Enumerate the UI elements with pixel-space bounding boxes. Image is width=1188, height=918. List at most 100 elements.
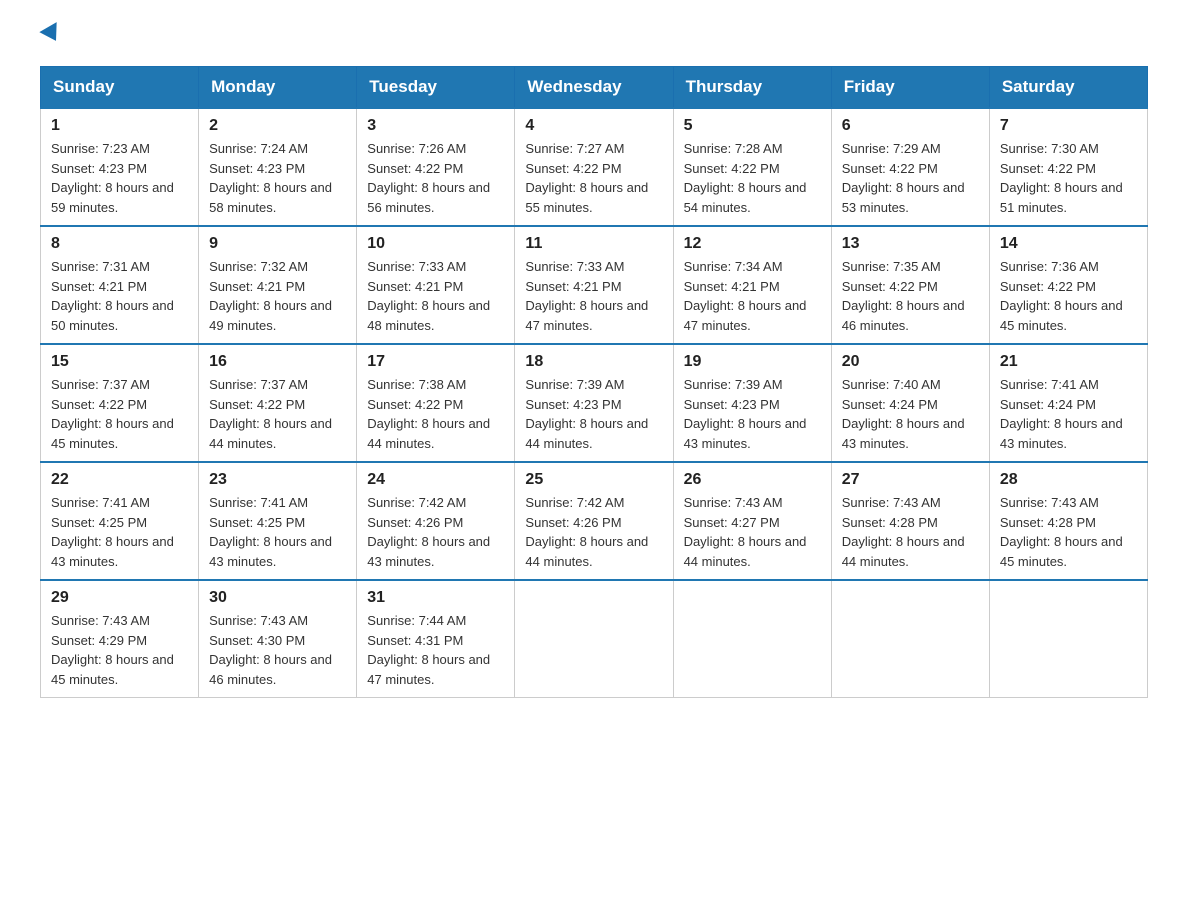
daylight-label: Daylight: 8 hours and 45 minutes.: [1000, 534, 1123, 569]
sunset-label: Sunset: 4:25 PM: [51, 515, 147, 530]
day-info: Sunrise: 7:41 AM Sunset: 4:24 PM Dayligh…: [1000, 375, 1137, 453]
calendar-cell: 12 Sunrise: 7:34 AM Sunset: 4:21 PM Dayl…: [673, 226, 831, 344]
daylight-label: Daylight: 8 hours and 43 minutes.: [1000, 416, 1123, 451]
day-info: Sunrise: 7:35 AM Sunset: 4:22 PM Dayligh…: [842, 257, 979, 335]
daylight-label: Daylight: 8 hours and 45 minutes.: [1000, 298, 1123, 333]
calendar-cell: 22 Sunrise: 7:41 AM Sunset: 4:25 PM Dayl…: [41, 462, 199, 580]
day-number: 13: [842, 235, 979, 253]
page-header: [40, 30, 1148, 46]
sunrise-label: Sunrise: 7:31 AM: [51, 259, 150, 274]
day-number: 6: [842, 117, 979, 135]
sunrise-label: Sunrise: 7:39 AM: [684, 377, 783, 392]
sunset-label: Sunset: 4:22 PM: [525, 161, 621, 176]
calendar-cell: 26 Sunrise: 7:43 AM Sunset: 4:27 PM Dayl…: [673, 462, 831, 580]
week-row-2: 8 Sunrise: 7:31 AM Sunset: 4:21 PM Dayli…: [41, 226, 1148, 344]
sunset-label: Sunset: 4:26 PM: [525, 515, 621, 530]
sunset-label: Sunset: 4:22 PM: [51, 397, 147, 412]
calendar-cell: [831, 580, 989, 698]
sunset-label: Sunset: 4:22 PM: [1000, 161, 1096, 176]
calendar-cell: 14 Sunrise: 7:36 AM Sunset: 4:22 PM Dayl…: [989, 226, 1147, 344]
day-info: Sunrise: 7:43 AM Sunset: 4:29 PM Dayligh…: [51, 611, 188, 689]
daylight-label: Daylight: 8 hours and 43 minutes.: [51, 534, 174, 569]
day-number: 3: [367, 117, 504, 135]
day-number: 7: [1000, 117, 1137, 135]
day-number: 20: [842, 353, 979, 371]
calendar-table: SundayMondayTuesdayWednesdayThursdayFrid…: [40, 66, 1148, 698]
sunset-label: Sunset: 4:22 PM: [367, 161, 463, 176]
day-info: Sunrise: 7:41 AM Sunset: 4:25 PM Dayligh…: [51, 493, 188, 571]
sunrise-label: Sunrise: 7:41 AM: [51, 495, 150, 510]
calendar-cell: 27 Sunrise: 7:43 AM Sunset: 4:28 PM Dayl…: [831, 462, 989, 580]
weekday-header-friday: Friday: [831, 67, 989, 109]
sunrise-label: Sunrise: 7:24 AM: [209, 141, 308, 156]
day-info: Sunrise: 7:38 AM Sunset: 4:22 PM Dayligh…: [367, 375, 504, 453]
day-info: Sunrise: 7:43 AM Sunset: 4:27 PM Dayligh…: [684, 493, 821, 571]
sunset-label: Sunset: 4:24 PM: [842, 397, 938, 412]
day-number: 10: [367, 235, 504, 253]
sunrise-label: Sunrise: 7:42 AM: [525, 495, 624, 510]
week-row-3: 15 Sunrise: 7:37 AM Sunset: 4:22 PM Dayl…: [41, 344, 1148, 462]
week-row-4: 22 Sunrise: 7:41 AM Sunset: 4:25 PM Dayl…: [41, 462, 1148, 580]
sunset-label: Sunset: 4:22 PM: [367, 397, 463, 412]
sunrise-label: Sunrise: 7:39 AM: [525, 377, 624, 392]
daylight-label: Daylight: 8 hours and 47 minutes.: [525, 298, 648, 333]
day-info: Sunrise: 7:33 AM Sunset: 4:21 PM Dayligh…: [525, 257, 662, 335]
day-info: Sunrise: 7:42 AM Sunset: 4:26 PM Dayligh…: [525, 493, 662, 571]
daylight-label: Daylight: 8 hours and 59 minutes.: [51, 180, 174, 215]
day-info: Sunrise: 7:43 AM Sunset: 4:30 PM Dayligh…: [209, 611, 346, 689]
day-info: Sunrise: 7:40 AM Sunset: 4:24 PM Dayligh…: [842, 375, 979, 453]
sunrise-label: Sunrise: 7:43 AM: [684, 495, 783, 510]
logo: [40, 30, 62, 46]
day-info: Sunrise: 7:27 AM Sunset: 4:22 PM Dayligh…: [525, 139, 662, 217]
daylight-label: Daylight: 8 hours and 46 minutes.: [842, 298, 965, 333]
daylight-label: Daylight: 8 hours and 44 minutes.: [842, 534, 965, 569]
daylight-label: Daylight: 8 hours and 51 minutes.: [1000, 180, 1123, 215]
calendar-cell: 20 Sunrise: 7:40 AM Sunset: 4:24 PM Dayl…: [831, 344, 989, 462]
sunset-label: Sunset: 4:28 PM: [842, 515, 938, 530]
day-number: 15: [51, 353, 188, 371]
sunset-label: Sunset: 4:27 PM: [684, 515, 780, 530]
day-number: 30: [209, 589, 346, 607]
calendar-cell: 10 Sunrise: 7:33 AM Sunset: 4:21 PM Dayl…: [357, 226, 515, 344]
sunrise-label: Sunrise: 7:30 AM: [1000, 141, 1099, 156]
sunset-label: Sunset: 4:23 PM: [209, 161, 305, 176]
sunset-label: Sunset: 4:21 PM: [525, 279, 621, 294]
day-number: 27: [842, 471, 979, 489]
daylight-label: Daylight: 8 hours and 50 minutes.: [51, 298, 174, 333]
calendar-cell: 2 Sunrise: 7:24 AM Sunset: 4:23 PM Dayli…: [199, 108, 357, 226]
weekday-header-monday: Monday: [199, 67, 357, 109]
sunrise-label: Sunrise: 7:40 AM: [842, 377, 941, 392]
day-info: Sunrise: 7:33 AM Sunset: 4:21 PM Dayligh…: [367, 257, 504, 335]
day-info: Sunrise: 7:30 AM Sunset: 4:22 PM Dayligh…: [1000, 139, 1137, 217]
calendar-cell: 7 Sunrise: 7:30 AM Sunset: 4:22 PM Dayli…: [989, 108, 1147, 226]
calendar-cell: 15 Sunrise: 7:37 AM Sunset: 4:22 PM Dayl…: [41, 344, 199, 462]
daylight-label: Daylight: 8 hours and 48 minutes.: [367, 298, 490, 333]
sunrise-label: Sunrise: 7:43 AM: [842, 495, 941, 510]
day-info: Sunrise: 7:43 AM Sunset: 4:28 PM Dayligh…: [842, 493, 979, 571]
day-number: 21: [1000, 353, 1137, 371]
day-number: 24: [367, 471, 504, 489]
day-info: Sunrise: 7:31 AM Sunset: 4:21 PM Dayligh…: [51, 257, 188, 335]
daylight-label: Daylight: 8 hours and 54 minutes.: [684, 180, 807, 215]
day-number: 11: [525, 235, 662, 253]
weekday-header-tuesday: Tuesday: [357, 67, 515, 109]
sunset-label: Sunset: 4:23 PM: [684, 397, 780, 412]
sunset-label: Sunset: 4:22 PM: [842, 279, 938, 294]
day-number: 18: [525, 353, 662, 371]
day-info: Sunrise: 7:39 AM Sunset: 4:23 PM Dayligh…: [684, 375, 821, 453]
week-row-1: 1 Sunrise: 7:23 AM Sunset: 4:23 PM Dayli…: [41, 108, 1148, 226]
day-info: Sunrise: 7:43 AM Sunset: 4:28 PM Dayligh…: [1000, 493, 1137, 571]
day-number: 23: [209, 471, 346, 489]
sunset-label: Sunset: 4:22 PM: [684, 161, 780, 176]
daylight-label: Daylight: 8 hours and 53 minutes.: [842, 180, 965, 215]
day-number: 2: [209, 117, 346, 135]
calendar-cell: 16 Sunrise: 7:37 AM Sunset: 4:22 PM Dayl…: [199, 344, 357, 462]
day-number: 22: [51, 471, 188, 489]
day-number: 12: [684, 235, 821, 253]
day-number: 14: [1000, 235, 1137, 253]
sunset-label: Sunset: 4:21 PM: [367, 279, 463, 294]
sunrise-label: Sunrise: 7:41 AM: [1000, 377, 1099, 392]
calendar-cell: 6 Sunrise: 7:29 AM Sunset: 4:22 PM Dayli…: [831, 108, 989, 226]
sunset-label: Sunset: 4:31 PM: [367, 633, 463, 648]
day-number: 9: [209, 235, 346, 253]
